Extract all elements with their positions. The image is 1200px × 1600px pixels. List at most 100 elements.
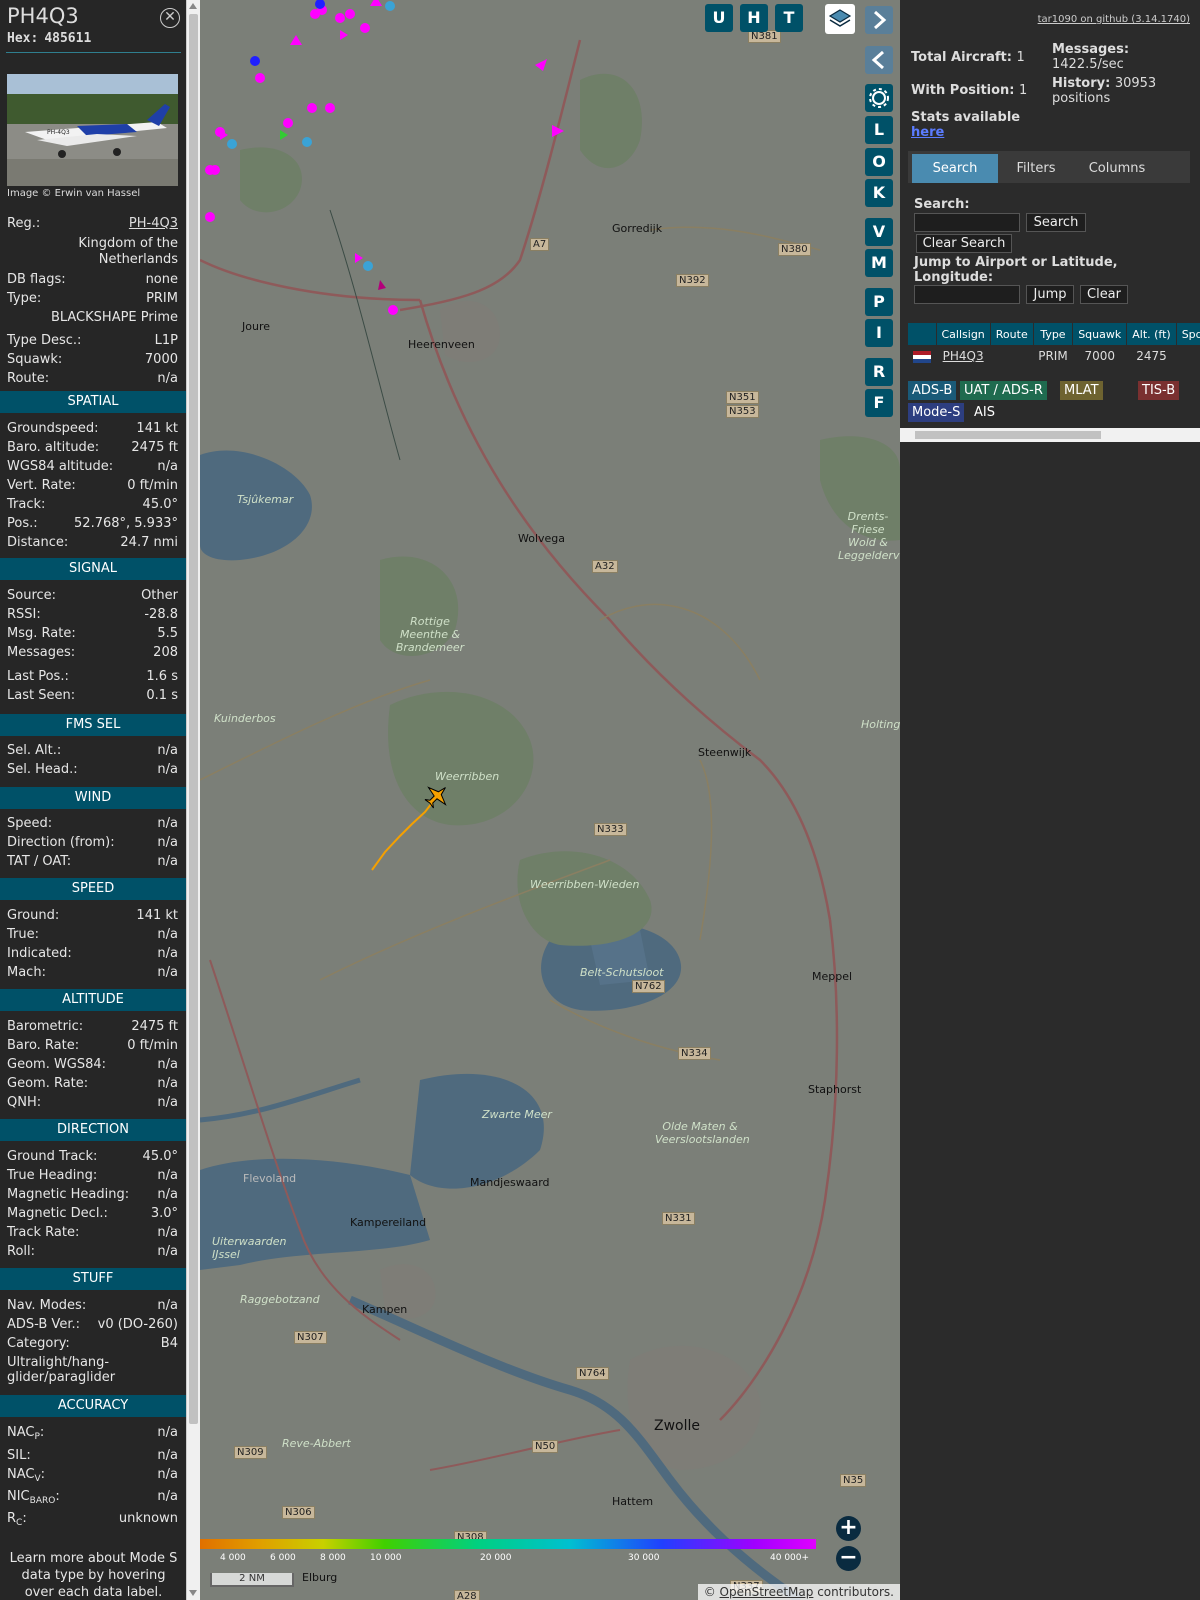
map-button-l[interactable]: L [865, 116, 893, 144]
map-place-label: Joure [242, 320, 270, 333]
signal-value: 0.1 s [146, 688, 178, 703]
road-label: N764 [576, 1367, 609, 1380]
jump-button[interactable]: Jump [1026, 285, 1074, 304]
github-link[interactable]: tar1090 on github (3.14.1740) [1038, 14, 1190, 25]
speed-value: n/a [157, 965, 178, 980]
total-aircraft-value: 1 [1016, 50, 1025, 65]
map-button-v[interactable]: V [865, 218, 893, 246]
collapse-left-button[interactable] [865, 46, 893, 74]
road-label: N353 [726, 405, 759, 418]
map-button-i[interactable]: I [865, 319, 893, 347]
reg-label: Reg.: [7, 216, 41, 231]
map-button-f[interactable]: F [865, 389, 893, 417]
scale-bar: 2 NM [210, 1573, 294, 1587]
column-type[interactable]: Type [1033, 323, 1074, 345]
altitude-row: QNH: n/a [7, 1095, 178, 1111]
cell-callsign[interactable]: PH4Q3 [936, 345, 991, 367]
nav-modes-label: Nav. Modes: [7, 1298, 87, 1313]
cell-type: PRIM [1033, 345, 1073, 367]
direction-label: Magnetic Decl.: [7, 1206, 108, 1221]
reg-row: Reg.: PH-4Q3 [7, 216, 178, 232]
map-canvas[interactable]: Gorredijk Joure Heerenveen Wolvega Steenwijk… [200, 0, 929, 1600]
table-row[interactable]: PH4Q3 PRIM 7000 2475 [908, 345, 1200, 367]
rc-row: RC: unknown [7, 1511, 178, 1531]
scrollbar-thumb[interactable] [189, 14, 198, 1424]
stats-here-link[interactable]: here [911, 125, 944, 140]
sidebar-tabs: Search Filters Columns [908, 151, 1190, 183]
table-header-row: Callsign Route Type Squawk Alt. (ft) Spd… [908, 323, 1200, 345]
close-icon[interactable]: ✕ [160, 8, 180, 28]
map-place-label: Gorredijk [612, 222, 663, 235]
direction-row: Magnetic Heading: n/a [7, 1187, 178, 1203]
altitude-legend-label: 40 000+ [770, 1553, 810, 1563]
layers-icon[interactable] [825, 4, 855, 34]
route-value: n/a [157, 371, 178, 386]
type-desc-row: Type Desc.: L1P [7, 333, 178, 349]
zoom-in-button[interactable]: + [836, 1516, 861, 1541]
column-speed[interactable]: Spd. [1176, 323, 1200, 345]
column-route[interactable]: Route [990, 323, 1034, 345]
column-flag [908, 323, 937, 345]
zoom-out-button[interactable]: − [836, 1546, 861, 1571]
selected-aircraft-icon[interactable] [423, 782, 451, 810]
source-badge: UAT / ADS-R [960, 381, 1047, 400]
tab-search[interactable]: Search [912, 154, 998, 183]
fms-label: Sel. Head.: [7, 762, 78, 777]
section-signal: SIGNAL [0, 558, 186, 580]
section-spatial: SPATIAL [0, 391, 186, 413]
tab-filters[interactable]: Filters [998, 154, 1074, 183]
osm-link[interactable]: OpenStreetMap [720, 1585, 814, 1599]
spatial-label: Vert. Rate: [7, 478, 76, 493]
expand-right-button[interactable] [865, 6, 893, 34]
direction-label: Roll: [7, 1244, 36, 1259]
rc-label: RC: [7, 1511, 27, 1528]
map-button-u[interactable]: U [705, 4, 733, 32]
signal-row: Last Seen: 0.1 s [7, 688, 178, 704]
map-button-p[interactable]: P [865, 288, 893, 316]
map-button-k[interactable]: K [865, 179, 893, 207]
aircraft-markers[interactable] [200, 0, 440, 320]
scrollbar-thumb[interactable] [915, 431, 1101, 439]
info-panel-scrollbar[interactable] [186, 0, 200, 1600]
aircraft-photo[interactable]: PH-4Q3 [7, 74, 178, 186]
map-button-m[interactable]: M [865, 249, 893, 277]
column-callsign[interactable]: Callsign [936, 323, 991, 345]
table-horizontal-scrollbar[interactable] [900, 428, 1200, 442]
history-label: History: [1052, 76, 1111, 91]
direction-value: 3.0° [150, 1206, 178, 1221]
wind-value: n/a [157, 816, 178, 831]
wind-label: TAT / OAT: [7, 854, 72, 869]
map-button-o[interactable]: O [865, 148, 893, 176]
wind-value: n/a [157, 835, 178, 850]
map-button-r[interactable]: R [865, 358, 893, 386]
direction-value: n/a [157, 1187, 178, 1202]
signal-label: Messages: [7, 645, 76, 660]
jump-input[interactable] [914, 285, 1020, 304]
direction-label: Track Rate: [7, 1225, 80, 1240]
map-button-h[interactable]: H [740, 4, 768, 32]
map-place-label: Kampen [362, 1303, 408, 1316]
column-altitude[interactable]: Alt. (ft) [1126, 323, 1177, 345]
settings-button[interactable] [865, 84, 893, 112]
altitude-row: Baro. Rate: 0 ft/min [7, 1038, 178, 1054]
tab-columns[interactable]: Columns [1074, 154, 1160, 183]
aircraft-markers-2[interactable] [530, 55, 570, 140]
clear-button[interactable]: Clear [1080, 285, 1128, 304]
column-squawk[interactable]: Squawk [1072, 323, 1128, 345]
reg-link[interactable]: PH-4Q3 [129, 216, 178, 232]
search-button[interactable]: Search [1026, 213, 1086, 232]
fms-label: Sel. Alt.: [7, 743, 62, 758]
map-place-label: Mandjeswaard [470, 1176, 550, 1189]
altitude-value: n/a [157, 1076, 178, 1091]
search-input[interactable] [914, 213, 1020, 232]
map-button-t[interactable]: T [775, 4, 803, 32]
direction-value: 45.0° [142, 1149, 178, 1164]
with-position-value: 1 [1019, 83, 1028, 98]
clear-search-button[interactable]: Clear Search [916, 234, 1012, 253]
road-label: N35 [840, 1474, 867, 1487]
scroll-up-icon[interactable] [189, 3, 197, 9]
scroll-down-icon[interactable] [189, 1590, 197, 1596]
map-place-label: Kuinderbos [214, 712, 276, 725]
route-row: Route: n/a [7, 371, 178, 387]
map-place-label: Elburg [302, 1571, 338, 1584]
